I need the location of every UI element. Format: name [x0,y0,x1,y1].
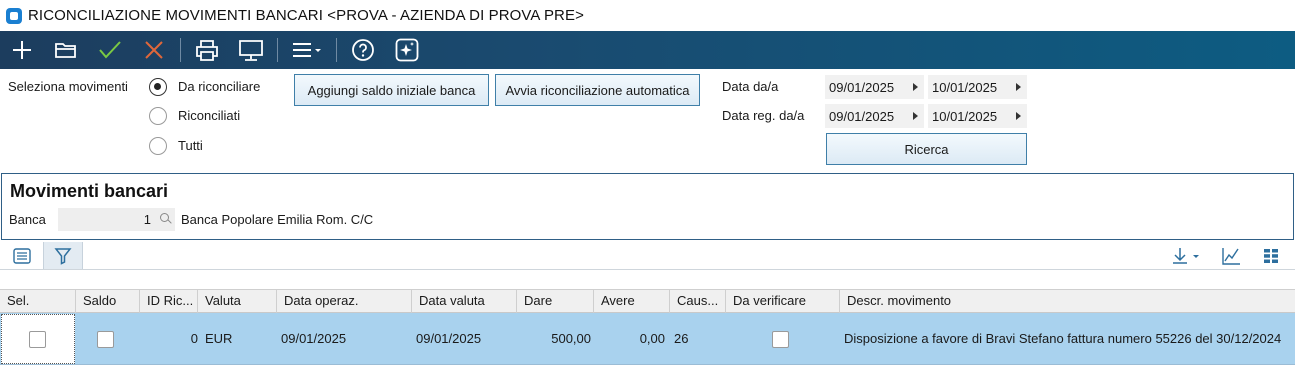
column-header-causale[interactable]: Caus... [670,290,726,313]
bank-name: Banca Popolare Emilia Rom. C/C [181,212,374,227]
open-folder-icon [55,43,76,58]
column-header-da-verificare[interactable]: Da verificare [726,290,840,313]
export-button[interactable] [1166,242,1206,269]
date-range-label: Data da/a [722,79,779,94]
cell-descr-movimento: Disposizione a favore di Bravi Stefano f… [844,331,1282,346]
column-header-data-valuta[interactable]: Data valuta [412,290,517,313]
bank-label: Banca [9,212,46,227]
select-row-checkbox[interactable] [29,331,46,348]
toolbar-separator [180,38,181,62]
ai-assistant-button[interactable] [385,31,429,69]
cell-dare: 500,00 [551,331,591,346]
date-to-arrow-icon[interactable] [1016,83,1021,91]
add-icon [13,41,31,59]
ai-assistant-icon [395,38,419,62]
search-lookup-icon[interactable] [160,213,169,222]
column-header-data-operaz[interactable]: Data operaz. [277,290,412,313]
date-from-field[interactable]: 09/01/2025 [825,75,924,99]
filter-button[interactable] [43,242,83,269]
print-icon [196,40,218,61]
panel-title: Movimenti bancari [10,181,169,201]
grid-layout-button[interactable] [1251,242,1291,269]
list-view-button[interactable] [2,242,42,269]
search-button[interactable]: Ricerca [826,133,1027,165]
app-logo-icon [6,7,22,24]
bank-code-field[interactable]: 1 [58,208,175,231]
add-initial-balance-button[interactable]: Aggiungi saldo iniziale banca [294,74,489,106]
cell-avere: 0,00 [639,331,665,346]
open-button[interactable] [44,31,88,69]
select-movements-label: Seleziona movimenti [8,79,128,94]
confirm-check-icon [99,41,121,59]
menu-icon [293,43,321,57]
date-to-field[interactable]: 10/01/2025 [928,75,1027,99]
column-header-sel[interactable]: Sel. [0,290,76,313]
help-button[interactable] [341,31,385,69]
saldo-checkbox[interactable] [97,331,114,348]
print-button[interactable] [185,31,229,69]
grid-icon [1264,248,1278,263]
reg-date-to-value: 10/01/2025 [932,108,998,124]
reg-date-to-field[interactable]: 10/01/2025 [928,104,1027,128]
da-verificare-checkbox[interactable] [772,331,789,348]
radio-da-riconciliare[interactable] [149,78,167,96]
column-header-descr-movimento[interactable]: Descr. movimento [840,290,1295,313]
chart-icon [1222,247,1240,265]
auto-reconcile-button[interactable]: Avvia riconciliazione automatica [495,74,700,106]
table-row[interactable]: 0 EUR 09/01/2025 09/01/2025 500,00 0,00 … [0,313,1295,365]
reg-date-from-value: 09/01/2025 [829,108,895,124]
reg-date-from-arrow-icon[interactable] [913,112,918,120]
bank-code-value: 1 [143,212,151,227]
radio-tutti[interactable] [149,137,167,155]
radio-riconciliati-label: Riconciliati [178,108,241,123]
cell-id-ric: 0 [190,331,198,346]
cell-valuta: EUR [205,331,233,346]
toolbar-separator [336,38,337,62]
cell-data-operaz: 09/01/2025 [281,331,347,346]
filter-icon [54,247,72,265]
date-from-arrow-icon[interactable] [913,83,918,91]
title-bar: RICONCILIAZIONE MOVIMENTI BANCARI <PROVA… [0,0,1295,31]
reg-date-to-arrow-icon[interactable] [1016,112,1021,120]
help-icon [352,39,374,61]
column-header-dare[interactable]: Dare [517,290,594,313]
chart-button[interactable] [1211,242,1251,269]
window-title: RICONCILIAZIONE MOVIMENTI BANCARI <PROVA… [28,7,584,24]
cell-data-valuta: 09/01/2025 [416,331,482,346]
column-header-saldo[interactable]: Saldo [76,290,140,313]
column-header-avere[interactable]: Avere [594,290,670,313]
date-from-value: 09/01/2025 [829,79,895,95]
reg-date-from-field[interactable]: 09/01/2025 [825,104,924,128]
column-header-id-ric[interactable]: ID Ric... [140,290,198,313]
column-header-valuta[interactable]: Valuta [198,290,277,313]
table-header: Sel. Saldo ID Ric... Valuta Data operaz.… [0,289,1295,313]
preview-button[interactable] [229,31,273,69]
radio-riconciliati[interactable] [149,107,167,125]
list-icon [13,247,31,264]
main-toolbar [0,31,1295,69]
monitor-icon [239,40,263,61]
confirm-button[interactable] [88,31,132,69]
sel-cell[interactable] [1,314,75,364]
cancel-x-icon [145,41,163,59]
radio-da-riconciliare-label: Da riconciliare [178,79,261,94]
add-button[interactable] [0,31,44,69]
menu-button[interactable] [282,31,332,69]
download-icon [1173,247,1199,264]
radio-tutti-label: Tutti [178,138,203,153]
cell-causale: 26 [674,331,689,346]
date-to-value: 10/01/2025 [932,79,998,95]
reg-date-range-label: Data reg. da/a [722,108,805,123]
bank-movements-panel: Movimenti bancari Banca 1 Banca Popolare… [1,173,1294,240]
toolbar-separator [277,38,278,62]
grid-toolbar [0,242,1295,270]
cancel-button[interactable] [132,31,176,69]
